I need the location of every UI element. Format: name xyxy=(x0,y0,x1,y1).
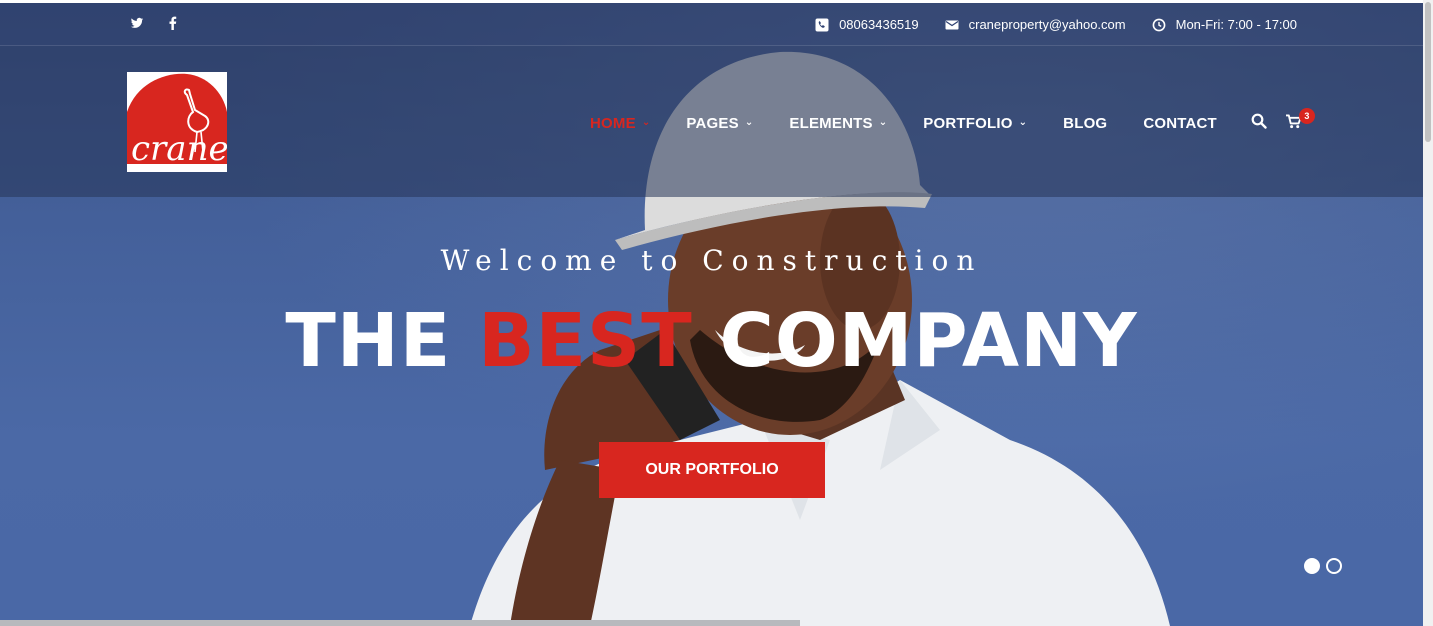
headline-highlight: BEST xyxy=(478,298,693,384)
slider-pagination xyxy=(1304,558,1342,574)
top-bar: 08063436519 craneproperty@yahoo.com Mon-… xyxy=(0,3,1423,46)
envelope-icon xyxy=(945,20,959,29)
crane-logo[interactable]: crane xyxy=(127,72,227,172)
headline-part-1: THE xyxy=(285,298,479,384)
headline-part-2: COMPANY xyxy=(692,298,1138,384)
slide-dot-2[interactable] xyxy=(1326,558,1342,574)
email-address[interactable]: craneproperty@yahoo.com xyxy=(969,17,1126,32)
twitter-icon[interactable] xyxy=(130,16,144,32)
nav-blog[interactable]: BLOG xyxy=(1063,115,1107,132)
hours-info: Mon-Fri: 7:00 - 17:00 xyxy=(1152,17,1297,32)
nav-contact-label: CONTACT xyxy=(1143,115,1217,132)
chevron-down-icon: ⌄ xyxy=(878,117,888,128)
facebook-icon[interactable] xyxy=(166,16,180,32)
scrollbar-thumb[interactable] xyxy=(1425,2,1431,142)
search-icon[interactable] xyxy=(1251,113,1267,134)
nav-contact[interactable]: CONTACT xyxy=(1143,115,1217,132)
nav-home[interactable]: HOME ⌄ xyxy=(590,115,650,132)
cart-button[interactable]: 3 xyxy=(1285,107,1315,134)
page-scrollbar[interactable] xyxy=(1423,0,1433,626)
slide-dot-1[interactable] xyxy=(1304,558,1320,574)
cart-count-badge: 3 xyxy=(1298,107,1315,124)
chevron-down-icon: ⌄ xyxy=(744,117,754,128)
clock-icon xyxy=(1152,18,1166,31)
phone-icon xyxy=(815,18,829,31)
business-hours: Mon-Fri: 7:00 - 17:00 xyxy=(1175,17,1297,32)
phone-number: 08063436519 xyxy=(839,17,919,32)
nav-elements[interactable]: ELEMENTS ⌄ xyxy=(789,115,887,132)
nav-portfolio-label: PORTFOLIO xyxy=(923,115,1013,132)
contact-info: 08063436519 craneproperty@yahoo.com Mon-… xyxy=(815,17,1297,32)
hero-slider: 08063436519 craneproperty@yahoo.com Mon-… xyxy=(0,0,1423,626)
social-links xyxy=(130,16,180,32)
phone-info: 08063436519 xyxy=(815,17,919,32)
nav-portfolio[interactable]: PORTFOLIO ⌄ xyxy=(923,115,1027,132)
nav-blog-label: BLOG xyxy=(1063,115,1108,132)
main-nav: HOME ⌄ PAGES ⌄ ELEMENTS ⌄ PORTFOLIO ⌄ BL… xyxy=(590,107,1315,134)
bottom-strip xyxy=(0,620,800,626)
our-portfolio-button[interactable]: OUR PORTFOLIO xyxy=(599,442,825,498)
nav-icons: 3 xyxy=(1251,107,1315,134)
nav-pages[interactable]: PAGES ⌄ xyxy=(686,115,753,132)
hero-welcome-text: Welcome to Construction xyxy=(440,244,983,277)
nav-home-label: HOME xyxy=(590,115,636,132)
hero-headline: THE BEST COMPANY xyxy=(0,298,1423,384)
nav-elements-label: ELEMENTS xyxy=(789,115,873,132)
email-info: craneproperty@yahoo.com xyxy=(945,17,1126,32)
svg-text:crane: crane xyxy=(131,129,227,169)
chevron-down-icon: ⌄ xyxy=(1018,117,1028,128)
nav-pages-label: PAGES xyxy=(686,115,739,132)
chevron-down-icon: ⌄ xyxy=(641,117,651,128)
main-header: crane HOME ⌄ PAGES ⌄ ELEMENTS ⌄ PORTFOLI… xyxy=(0,46,1423,197)
